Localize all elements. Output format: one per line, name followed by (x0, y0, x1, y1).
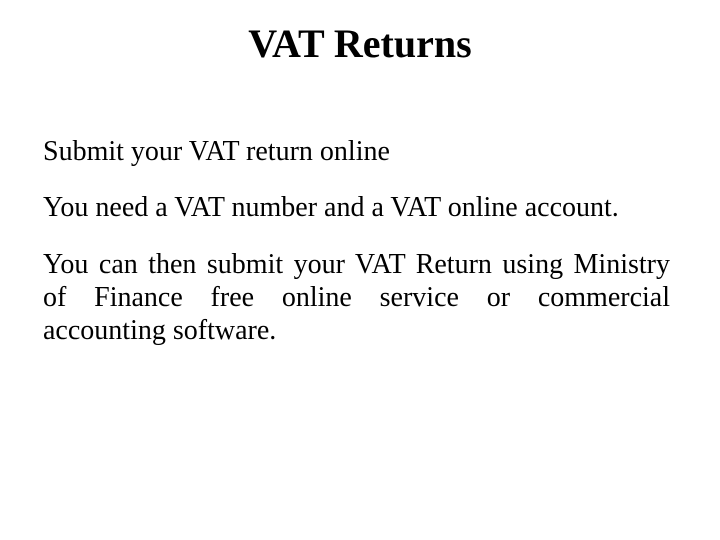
slide-body: Submit your VAT return online You need a… (43, 135, 670, 371)
paragraph-submit-online: Submit your VAT return online (43, 136, 390, 167)
paragraph-requirements: You need a VAT number and a VAT online a… (43, 192, 619, 223)
paragraph-submission-options: You can then submit your VAT Return usin… (43, 249, 670, 346)
slide-title: VAT Returns (248, 21, 472, 66)
